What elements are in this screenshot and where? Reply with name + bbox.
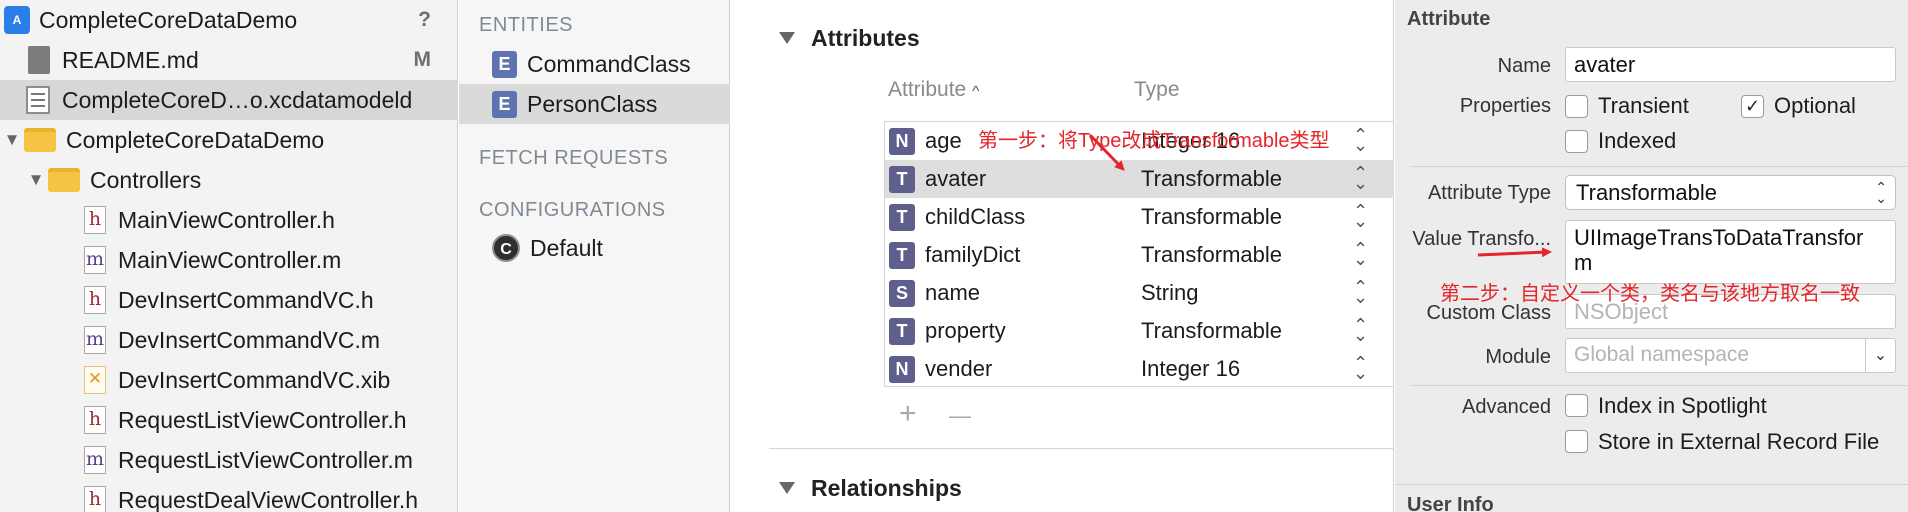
annotation-arrow-2 [1477, 247, 1552, 258]
annotation-arrow-1 [1088, 133, 1125, 171]
annotation-arrows [1088, 133, 1552, 258]
